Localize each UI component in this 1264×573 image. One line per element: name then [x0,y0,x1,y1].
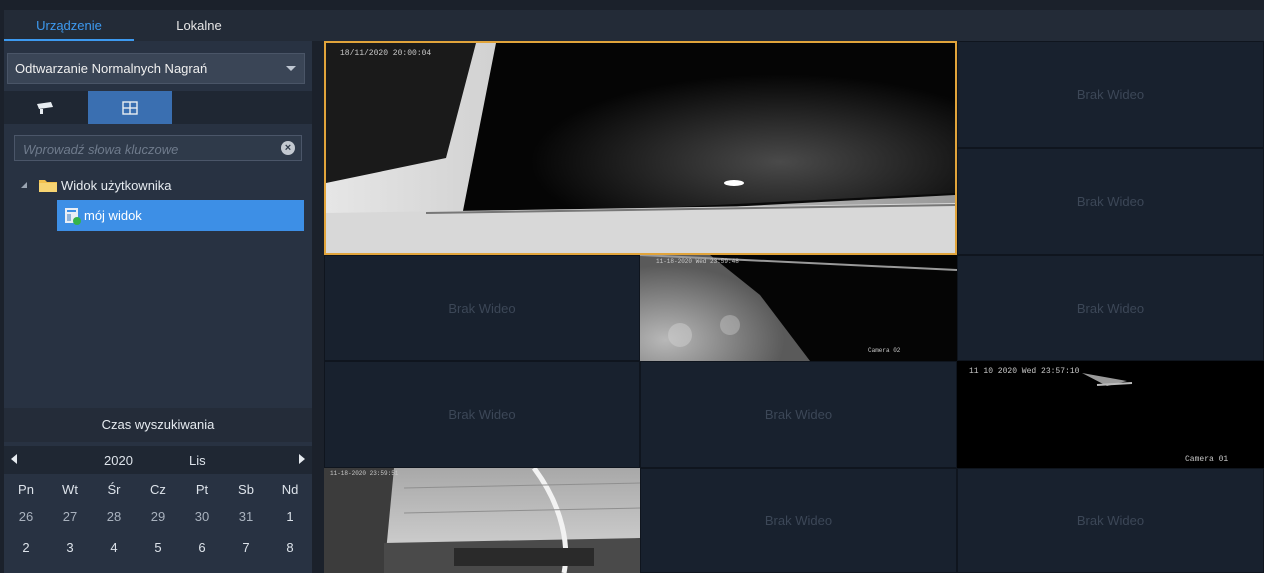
camera-icon [37,101,53,114]
search-time-title: Czas wyszukiwania [4,408,312,442]
playback-mode-value: Odtwarzanie Normalnych Nagrań [15,61,208,76]
no-video-label: Brak Wideo [1076,87,1145,102]
weekday-header-row: Pn Wt Śr Cz Pt Sb Nd [4,477,312,503]
collapse-triangle-icon[interactable] [20,181,28,189]
calendar-day[interactable]: 6 [180,535,224,561]
calendar-day[interactable]: 2 [4,535,48,561]
tab-local[interactable]: Lokalne [134,10,264,41]
no-video-label: Brak Wideo [1076,194,1145,209]
tree-child-label: mój widok [84,208,142,223]
empty-video-window[interactable]: Brak Wideo [957,255,1264,361]
weekday-label: Pt [195,482,209,497]
no-video-label: Brak Wideo [1076,513,1145,528]
playback-mode-select[interactable]: Odtwarzanie Normalnych Nagrań [7,53,305,84]
keyword-search-input[interactable] [15,136,285,162]
tree-item-my-view[interactable]: mój widok [57,200,304,231]
calendar-day[interactable]: 1 [268,504,312,530]
calendar-day[interactable]: 29 [136,504,180,530]
calendar-day[interactable]: 5 [136,535,180,561]
camera-osd-timestamp: 18/11/2020 20:00:04 [340,49,432,58]
empty-video-window[interactable]: Brak Wideo [324,361,640,468]
camera-feed-main [326,43,955,253]
tree-item-user-view[interactable]: Widok użytkownika [20,173,172,197]
prev-month-arrow-icon[interactable] [11,454,17,464]
clear-search-icon[interactable]: × [281,141,295,155]
view-layout-icon [65,207,81,225]
no-video-label: Brak Wideo [764,513,833,528]
weekday-label: Cz [150,482,166,497]
camera-osd-timestamp: 11-18-2020 23:59:51 [330,470,399,477]
calendar-day[interactable]: 7 [224,535,268,561]
video-window-main[interactable]: 18/11/2020 20:00:04 [324,41,957,255]
calendar-day[interactable]: 30 [180,504,224,530]
video-window-camera-4[interactable]: 11-18-2020 23:59:51 [324,468,640,573]
no-video-label: Brak Wideo [448,300,516,316]
camera-feed-2 [640,255,957,361]
empty-video-window[interactable]: Brak Wideo [324,255,640,361]
video-window-camera-2[interactable]: 11-18-2020 Wed 23:59:48 Camera 02 [640,255,957,361]
calendar-nav: 2020 Lis [4,446,312,474]
calendar-day[interactable]: 31 [224,504,268,530]
camera-osd-timestamp: 11 10 2020 Wed 23:57:10 [969,367,1080,376]
calendar-day[interactable]: 26 [4,504,48,530]
tab-device[interactable]: Urządzenie [4,10,134,41]
calendar-day[interactable]: 28 [92,504,136,530]
weekday-label: Sb [238,482,254,497]
calendar-month[interactable]: Lis [189,453,206,468]
next-month-arrow-icon[interactable] [299,454,305,464]
calendar-year[interactable]: 2020 [104,453,133,468]
tree-root-label: Widok użytkownika [61,177,172,193]
weekday-label: Śr [107,482,121,497]
dropdown-arrow-icon [286,66,296,71]
calendar-day[interactable]: 8 [268,535,312,561]
weekday-label: Pn [18,482,34,497]
view-grid-tab[interactable] [88,91,172,124]
camera-feed-4 [324,468,640,573]
left-panel: Odtwarzanie Normalnych Nagrań × [4,41,312,573]
video-grid: 18/11/2020 20:00:04 Brak Wideo Brak Wide… [324,41,1264,573]
camera-osd-name: Camera 01 [1185,455,1229,464]
empty-video-window[interactable]: Brak Wideo [957,148,1264,255]
video-window-camera-3[interactable]: 11 10 2020 Wed 23:57:10 Camera 01 [957,361,1264,468]
camera-osd-timestamp: 11-18-2020 Wed 23:59:48 [656,258,739,265]
top-tabs: Urządzenie Lokalne [4,10,1264,41]
empty-video-window[interactable]: Brak Wideo [957,468,1264,573]
empty-video-window[interactable]: Brak Wideo [640,361,957,468]
calendar-day[interactable]: 27 [48,504,92,530]
no-video-label: Brak Wideo [448,407,516,422]
calendar-day[interactable]: 4 [92,535,136,561]
keyword-search: × [14,135,302,162]
calendar-day[interactable]: 3 [48,535,92,561]
empty-video-window[interactable]: Brak Wideo [957,41,1264,148]
camera-view-tab[interactable] [4,91,88,124]
weekday-label: Wt [62,482,78,497]
weekday-label: Nd [281,482,299,497]
empty-video-window[interactable]: Brak Wideo [640,468,957,573]
camera-feed-3 [957,361,1264,468]
calendar-week-row: 2 3 4 5 6 7 8 [4,535,312,561]
view-tabs [4,91,312,124]
folder-icon [39,180,57,192]
grid-view-icon [122,100,138,115]
calendar-week-row: 26 27 28 29 30 31 1 [4,504,312,530]
no-video-label: Brak Wideo [1076,300,1145,316]
camera-osd-name: Camera 02 [868,347,901,354]
no-video-label: Brak Wideo [764,407,833,422]
